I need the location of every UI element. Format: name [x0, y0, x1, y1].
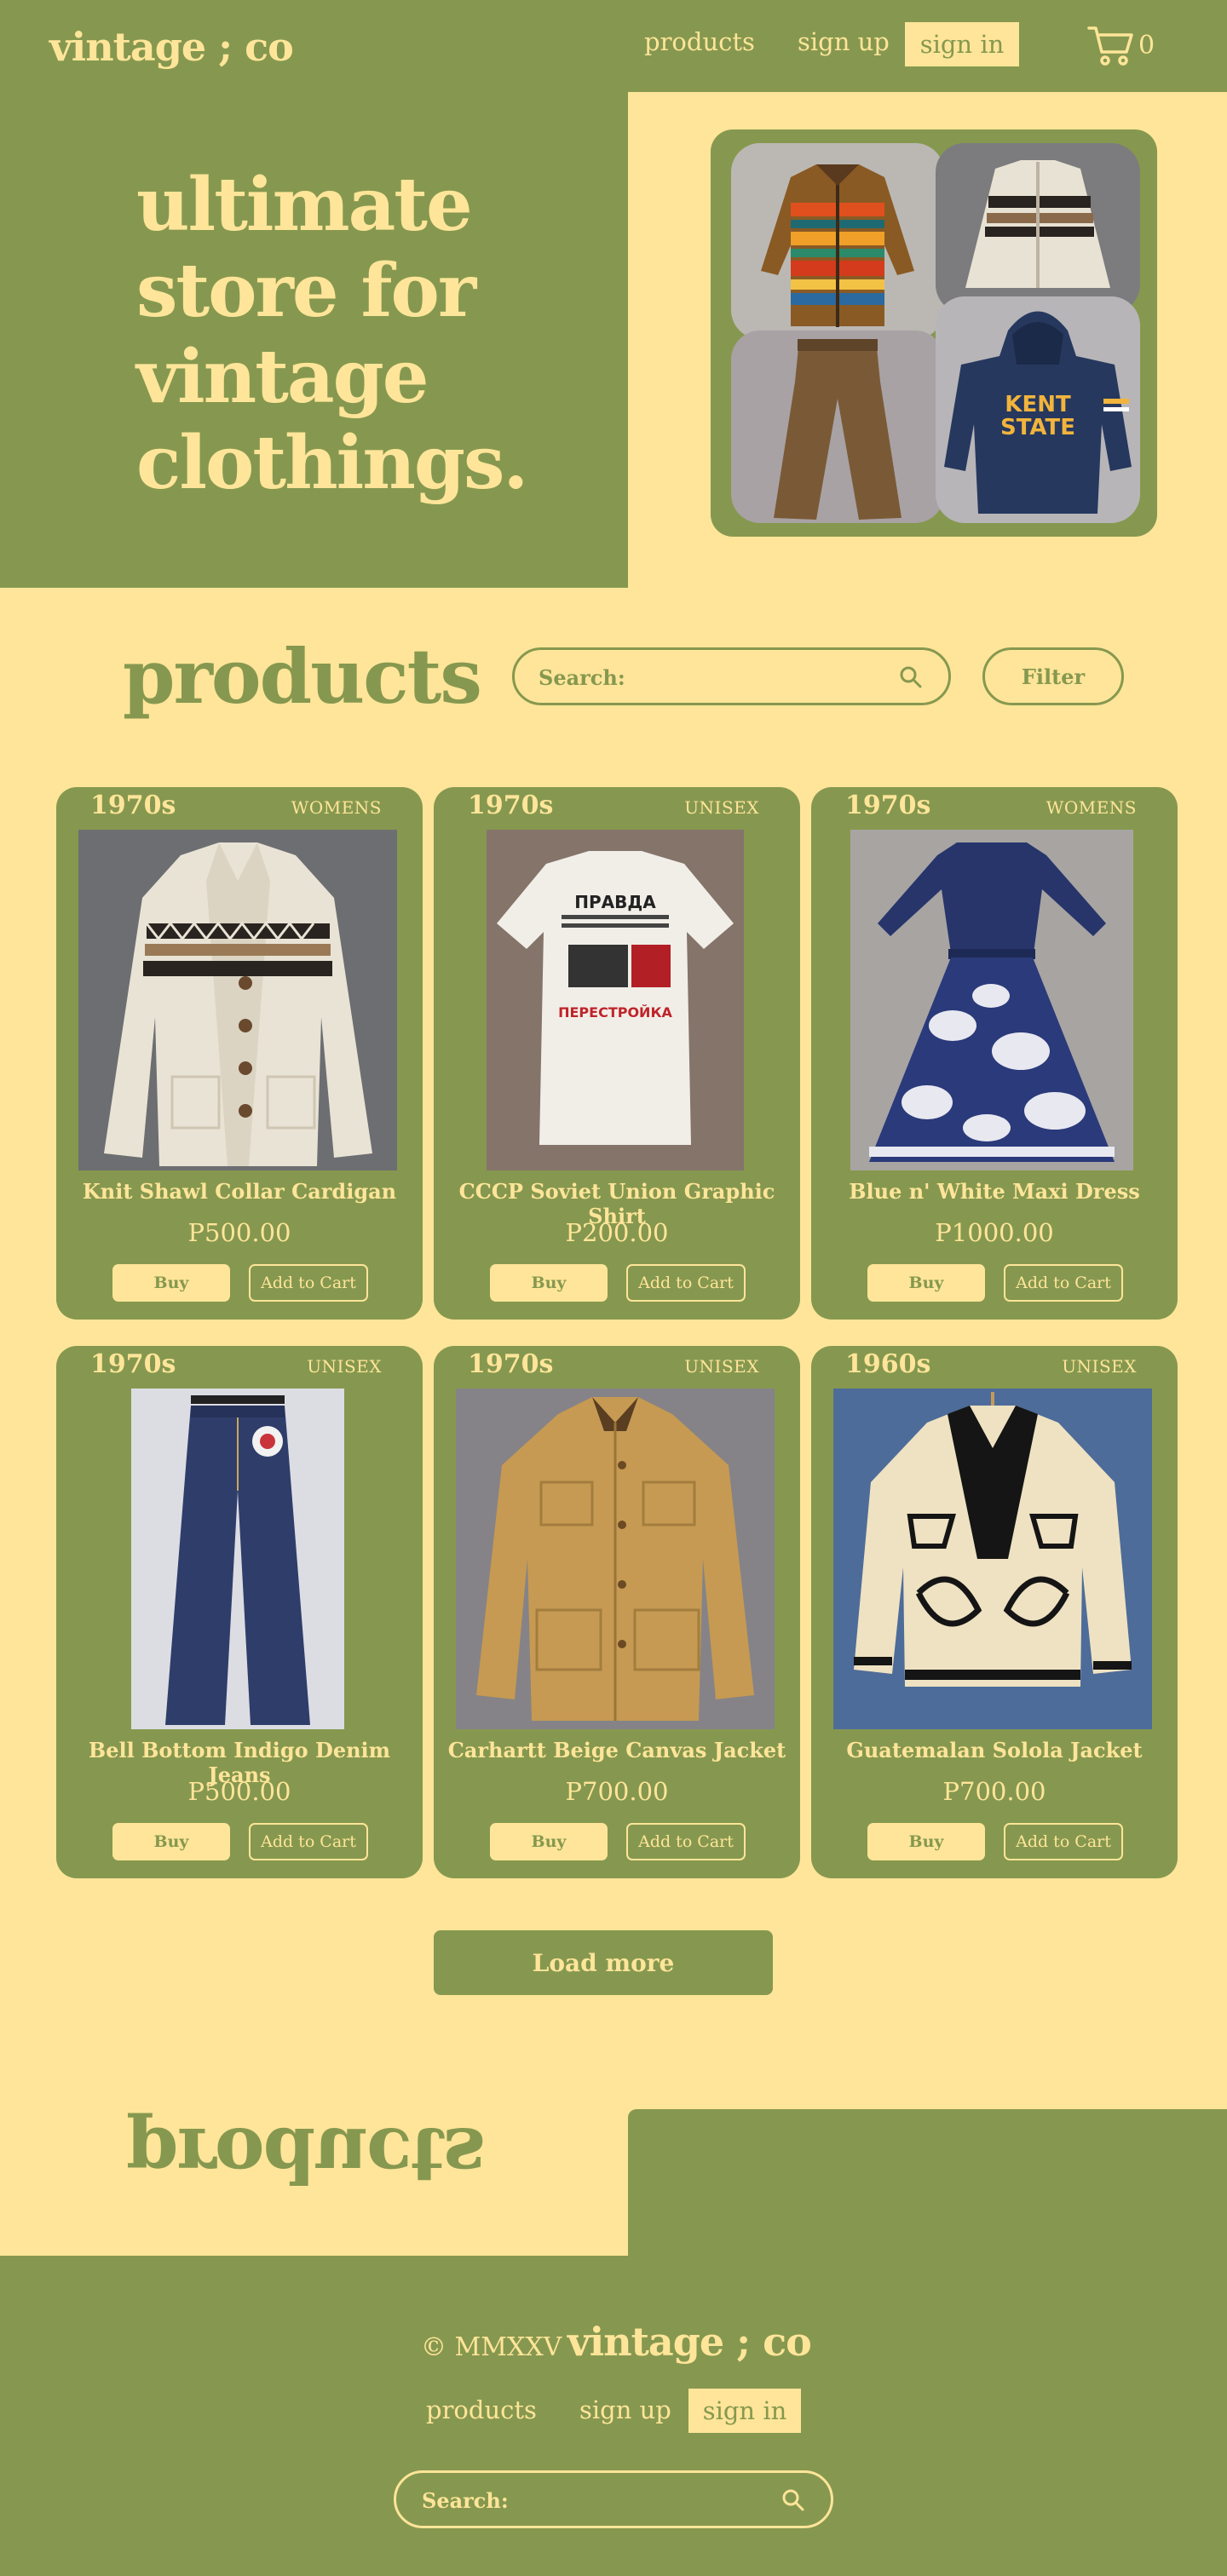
buy-button[interactable]: Buy	[490, 1264, 608, 1302]
footer-products-link[interactable]: products	[426, 2395, 537, 2424]
product-era: 1970s	[90, 1349, 176, 1379]
product-era: 1970s	[468, 1349, 554, 1379]
product-era: 1960s	[845, 1349, 931, 1379]
add-to-cart-button[interactable]: Add to Cart	[1004, 1264, 1123, 1302]
hero-title: ultimate store for vintage clothings.	[136, 162, 579, 506]
product-price: P700.00	[565, 1777, 669, 1806]
search-icon[interactable]	[899, 665, 923, 689]
product-price: P700.00	[942, 1777, 1046, 1806]
collage-hoodie-image: KENT STATE	[936, 296, 1140, 523]
product-image-maxi-dress[interactable]	[850, 830, 1133, 1170]
shirt-print: ПРАВДА	[574, 892, 656, 912]
cart-count: 0	[1138, 30, 1155, 60]
product-name[interactable]: Knit Shawl Collar Cardigan	[56, 1179, 423, 1204]
footer-flipped-heading: products	[126, 2111, 484, 2199]
product-image-denim-jeans[interactable]	[131, 1389, 344, 1729]
cart-icon	[1087, 26, 1133, 66]
hero-title-line: vintage	[136, 334, 429, 420]
product-name[interactable]: Guatemalan Solola Jacket	[811, 1738, 1178, 1762]
product-price: P500.00	[187, 1218, 291, 1247]
filter-button[interactable]: Filter	[982, 647, 1124, 705]
product-search[interactable]	[512, 647, 951, 705]
cart-button[interactable]: 0	[1087, 22, 1164, 68]
buy-button[interactable]: Buy	[867, 1264, 985, 1302]
footer-logo[interactable]: vintage ; co	[567, 2319, 812, 2365]
product-gender: UNISEX	[1062, 1356, 1137, 1377]
product-price: P500.00	[187, 1777, 291, 1806]
nav-sign-up-link[interactable]: sign up	[798, 27, 890, 56]
product-gender: UNISEX	[684, 1356, 759, 1377]
product-card: 1970s WOMENS Blue n' White Maxi Dress P1…	[811, 787, 1178, 1320]
product-image-carhartt-jacket[interactable]	[456, 1389, 775, 1729]
products-heading: products	[123, 632, 482, 721]
nav-products-link[interactable]: products	[644, 27, 755, 56]
product-name[interactable]: Blue n' White Maxi Dress	[811, 1179, 1178, 1204]
hero-title-line: clothings.	[136, 420, 528, 506]
product-gender: UNISEX	[307, 1356, 382, 1377]
search-input[interactable]	[539, 662, 879, 693]
add-to-cart-button[interactable]: Add to Cart	[249, 1264, 368, 1302]
collage-pants-image	[731, 331, 944, 523]
footer-sign-in-button[interactable]: sign in	[688, 2389, 801, 2433]
product-name[interactable]: Carhartt Beige Canvas Jacket	[434, 1738, 800, 1762]
product-gender: WOMENS	[1046, 797, 1137, 818]
collage-cardigan-image	[936, 143, 1140, 313]
search-icon[interactable]	[781, 2488, 805, 2512]
product-card: 1960s UNISEX Guatemalan Solola Jacket P7…	[811, 1346, 1178, 1878]
footer-sign-up-link[interactable]: sign up	[579, 2395, 671, 2424]
product-era: 1970s	[468, 791, 554, 820]
product-card: 1970s UNISEX Carhartt Beige Canvas Jacke…	[434, 1346, 800, 1878]
product-card: 1970s UNISEX Bell Bottom Indigo Denim Je…	[56, 1346, 423, 1878]
buy-button[interactable]: Buy	[867, 1823, 985, 1860]
shirt-print: ПЕРЕСТРОЙКА	[558, 1004, 672, 1021]
add-to-cart-button[interactable]: Add to Cart	[626, 1823, 746, 1860]
product-image-cccp-shirt[interactable]: ПРАВДА ПЕРЕСТРОЙКА	[487, 830, 744, 1170]
hoodie-print: KENT	[1005, 392, 1071, 417]
hero-title-line: store for	[136, 248, 476, 334]
product-price: P1000.00	[935, 1218, 1054, 1247]
product-era: 1970s	[90, 791, 176, 820]
product-image-cardigan[interactable]	[78, 830, 397, 1170]
collage-aztec-jacket-image	[731, 143, 944, 339]
load-more-button[interactable]: Load more	[434, 1930, 773, 1995]
product-image-solola-jacket[interactable]	[833, 1389, 1152, 1729]
footer-accent-block	[628, 2109, 1227, 2256]
buy-button[interactable]: Buy	[112, 1264, 230, 1302]
nav-sign-in-button[interactable]: sign in	[905, 22, 1019, 66]
footer-search[interactable]	[394, 2470, 833, 2528]
add-to-cart-button[interactable]: Add to Cart	[249, 1823, 368, 1860]
add-to-cart-button[interactable]: Add to Cart	[626, 1264, 746, 1302]
product-card: 1970s UNISEX ПРАВДА ПЕРЕСТРОЙКА CCCP Sov…	[434, 787, 800, 1320]
buy-button[interactable]: Buy	[112, 1823, 230, 1860]
product-era: 1970s	[845, 791, 931, 820]
footer-search-input[interactable]	[422, 2485, 763, 2516]
product-price: P200.00	[565, 1218, 669, 1247]
hero-collage: KENT STATE	[711, 129, 1157, 537]
product-gender: UNISEX	[684, 797, 759, 818]
footer-copyright: © MMXXV	[421, 2332, 562, 2362]
buy-button[interactable]: Buy	[490, 1823, 608, 1860]
main-nav: products sign up sign in 0	[0, 0, 1227, 92]
product-card: 1970s WOMENS Knit Shawl Collar Cardigan …	[56, 787, 423, 1320]
add-to-cart-button[interactable]: Add to Cart	[1004, 1823, 1123, 1860]
hero-title-line: ultimate	[136, 162, 473, 248]
hoodie-print: STATE	[1000, 415, 1075, 440]
product-gender: WOMENS	[291, 797, 382, 818]
site-header: vintage ; co products sign up sign in 0	[0, 0, 1227, 92]
